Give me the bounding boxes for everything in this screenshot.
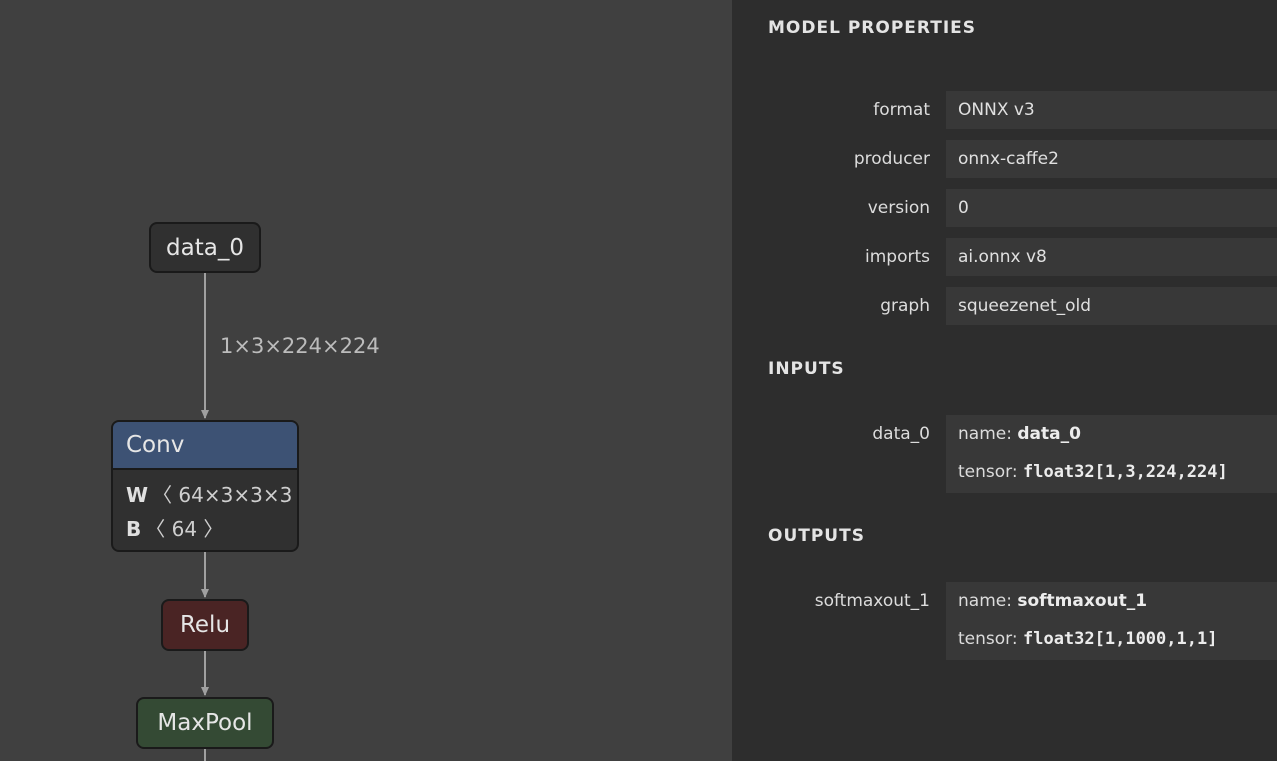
property-row-format: format ONNX v3 <box>732 91 1277 131</box>
attr-value: 〈 64×3×3×3 〉 <box>152 483 297 507</box>
node-conv[interactable]: Conv W〈 64×3×3×3 〉 B〈 64 〉 <box>111 420 299 552</box>
tensor-key: tensor: <box>958 629 1018 649</box>
property-row-imports: imports ai.onnx v8 <box>732 238 1277 278</box>
input-name: data_0 <box>1017 424 1081 444</box>
attr-value: 〈 64 〉 <box>145 517 224 541</box>
property-label: imports <box>865 247 930 267</box>
node-maxpool[interactable]: MaxPool <box>136 697 274 749</box>
output-label: softmaxout_1 <box>814 591 930 611</box>
node-conv-attr-b: B 〈 64 〉 <box>126 514 297 548</box>
property-label: version <box>867 198 930 218</box>
property-row-producer: producer onnx-caffe2 <box>732 140 1277 180</box>
node-maxpool-label: MaxPool <box>157 710 253 736</box>
property-label: producer <box>853 149 930 169</box>
edge-shape-label: 1×3×224×224 <box>220 334 380 358</box>
property-row-version: version 0 <box>732 189 1277 229</box>
node-conv-attributes: W〈 64×3×3×3 〉 B〈 64 〉 <box>113 470 297 548</box>
attr-name: B <box>126 517 142 541</box>
node-relu[interactable]: Relu <box>161 599 249 651</box>
node-relu-label: Relu <box>179 612 231 638</box>
name-key: name: <box>958 424 1012 444</box>
node-conv-label: Conv <box>126 432 185 458</box>
property-value[interactable]: 0 <box>946 189 1277 227</box>
node-conv-attr-w: W〈 64×3×3×3 〉 <box>126 480 297 514</box>
outputs-title: OUTPUTS <box>768 526 865 546</box>
attr-name: W <box>126 483 149 507</box>
output-name-line: name: softmaxout_1 <box>958 582 1277 620</box>
property-value[interactable]: onnx-caffe2 <box>946 140 1277 178</box>
output-tensor-line: tensor: float32[1,1000,1,1] <box>958 620 1277 658</box>
output-name: softmaxout_1 <box>1017 591 1148 611</box>
tensor-key: tensor: <box>958 462 1018 482</box>
property-value[interactable]: ONNX v3 <box>946 91 1277 129</box>
property-value[interactable]: ai.onnx v8 <box>946 238 1277 276</box>
graph-canvas[interactable]: data_0 1×3×224×224 Conv W〈 64×3×3×3 〉 B〈… <box>0 0 732 761</box>
property-label: format <box>873 100 930 120</box>
property-value[interactable]: squeezenet_old <box>946 287 1277 325</box>
graph-edges <box>201 273 209 761</box>
name-key: name: <box>958 591 1012 611</box>
input-label: data_0 <box>872 424 930 444</box>
input-tensor-type: float32[1,3,224,224] <box>1022 462 1228 482</box>
model-properties-title: MODEL PROPERTIES <box>768 18 977 38</box>
input-tensor-line: tensor: float32[1,3,224,224] <box>958 453 1277 491</box>
property-label: graph <box>880 296 930 316</box>
input-name-line: name: data_0 <box>958 415 1277 453</box>
input-details[interactable]: name: data_0 tensor: float32[1,3,224,224… <box>946 415 1277 493</box>
output-details[interactable]: name: softmaxout_1 tensor: float32[1,100… <box>946 582 1277 660</box>
output-tensor-type: float32[1,1000,1,1] <box>1022 629 1218 649</box>
model-properties-panel: MODEL PROPERTIES format ONNX v3 producer… <box>732 0 1277 761</box>
node-conv-header: Conv <box>113 422 297 470</box>
node-data-0-label: data_0 <box>166 234 244 261</box>
property-row-graph: graph squeezenet_old <box>732 287 1277 327</box>
inputs-title: INPUTS <box>768 359 845 379</box>
node-data-0[interactable]: data_0 <box>149 222 261 273</box>
